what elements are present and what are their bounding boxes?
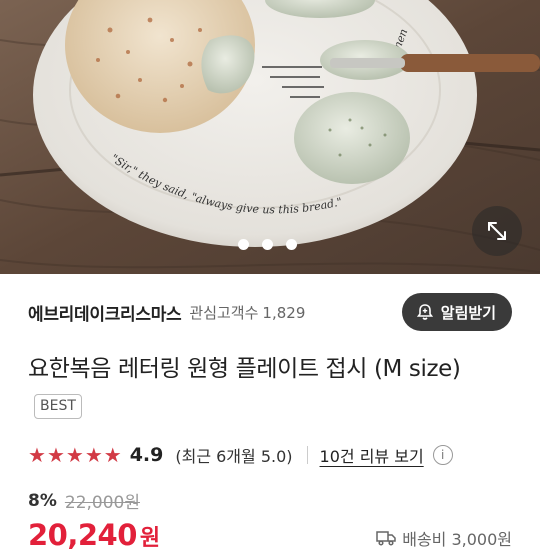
followers-label: 관심고객수 <box>189 303 259 322</box>
shipping-fee: 배송비 3,000원 <box>402 530 512 549</box>
star-icon: ★ <box>84 443 103 467</box>
rating-score: 4.9 <box>129 444 164 466</box>
subscribe-alarm-button[interactable]: 알림받기 <box>401 293 512 331</box>
star-icon: ★ <box>103 443 122 467</box>
star-icon: ★ <box>28 443 46 467</box>
discount-row: 8% 22,000원 <box>28 488 140 514</box>
product-title-text: 요한복음 레터링 원형 플레이트 접시 (M size) <box>28 356 461 382</box>
bell-plus-icon <box>416 304 433 320</box>
seller-name[interactable]: 에브리데이크리스마스 <box>28 300 182 325</box>
expand-image-button[interactable] <box>472 206 522 256</box>
discount-rate: 8% <box>28 490 57 511</box>
sale-price-value: 20,240 <box>28 518 137 552</box>
seller-row: 에브리데이크리스마스 관심고객수 1,829 알림받기 <box>28 292 512 332</box>
truck-icon <box>376 531 396 546</box>
best-badge: BEST <box>34 394 82 419</box>
divider <box>306 446 308 464</box>
carousel-dot[interactable] <box>238 239 249 250</box>
alarm-button-label: 알림받기 <box>440 303 496 322</box>
sale-price-unit: 원 <box>139 526 160 551</box>
original-price: 22,000원 <box>64 493 140 513</box>
followers-count: 1,829 <box>262 303 306 322</box>
rating-row: ★ ★ ★ ★ ★ 4.9 (최근 6개월 5.0) 10건 리뷰 보기 i <box>28 440 512 470</box>
product-photo: "Sir," they said, "always give us this b… <box>0 0 540 274</box>
carousel-dot[interactable] <box>262 239 273 250</box>
product-image-carousel[interactable]: "Sir," they said, "always give us this b… <box>0 0 540 274</box>
star-icon: ★ <box>65 443 84 467</box>
followers-info: 관심고객수 1,829 <box>189 302 305 323</box>
view-reviews-link[interactable]: 10건 리뷰 보기 <box>320 443 424 467</box>
sale-price: 20,240 원 <box>28 518 160 552</box>
info-icon[interactable]: i <box>432 445 453 465</box>
price-row: 20,240 원 배송비 3,000원 <box>28 518 512 558</box>
star-rating: ★ ★ ★ ★ ★ <box>28 445 122 465</box>
expand-icon <box>488 222 506 240</box>
recent-rating: (최근 6개월 5.0) <box>175 447 293 466</box>
shipping-info: 배송비 3,000원 <box>376 526 512 550</box>
star-icon: ★ <box>46 443 65 467</box>
product-title: 요한복음 레터링 원형 플레이트 접시 (M size) BEST <box>28 350 488 426</box>
carousel-dot[interactable] <box>286 239 297 250</box>
carousel-indicator <box>238 239 297 250</box>
